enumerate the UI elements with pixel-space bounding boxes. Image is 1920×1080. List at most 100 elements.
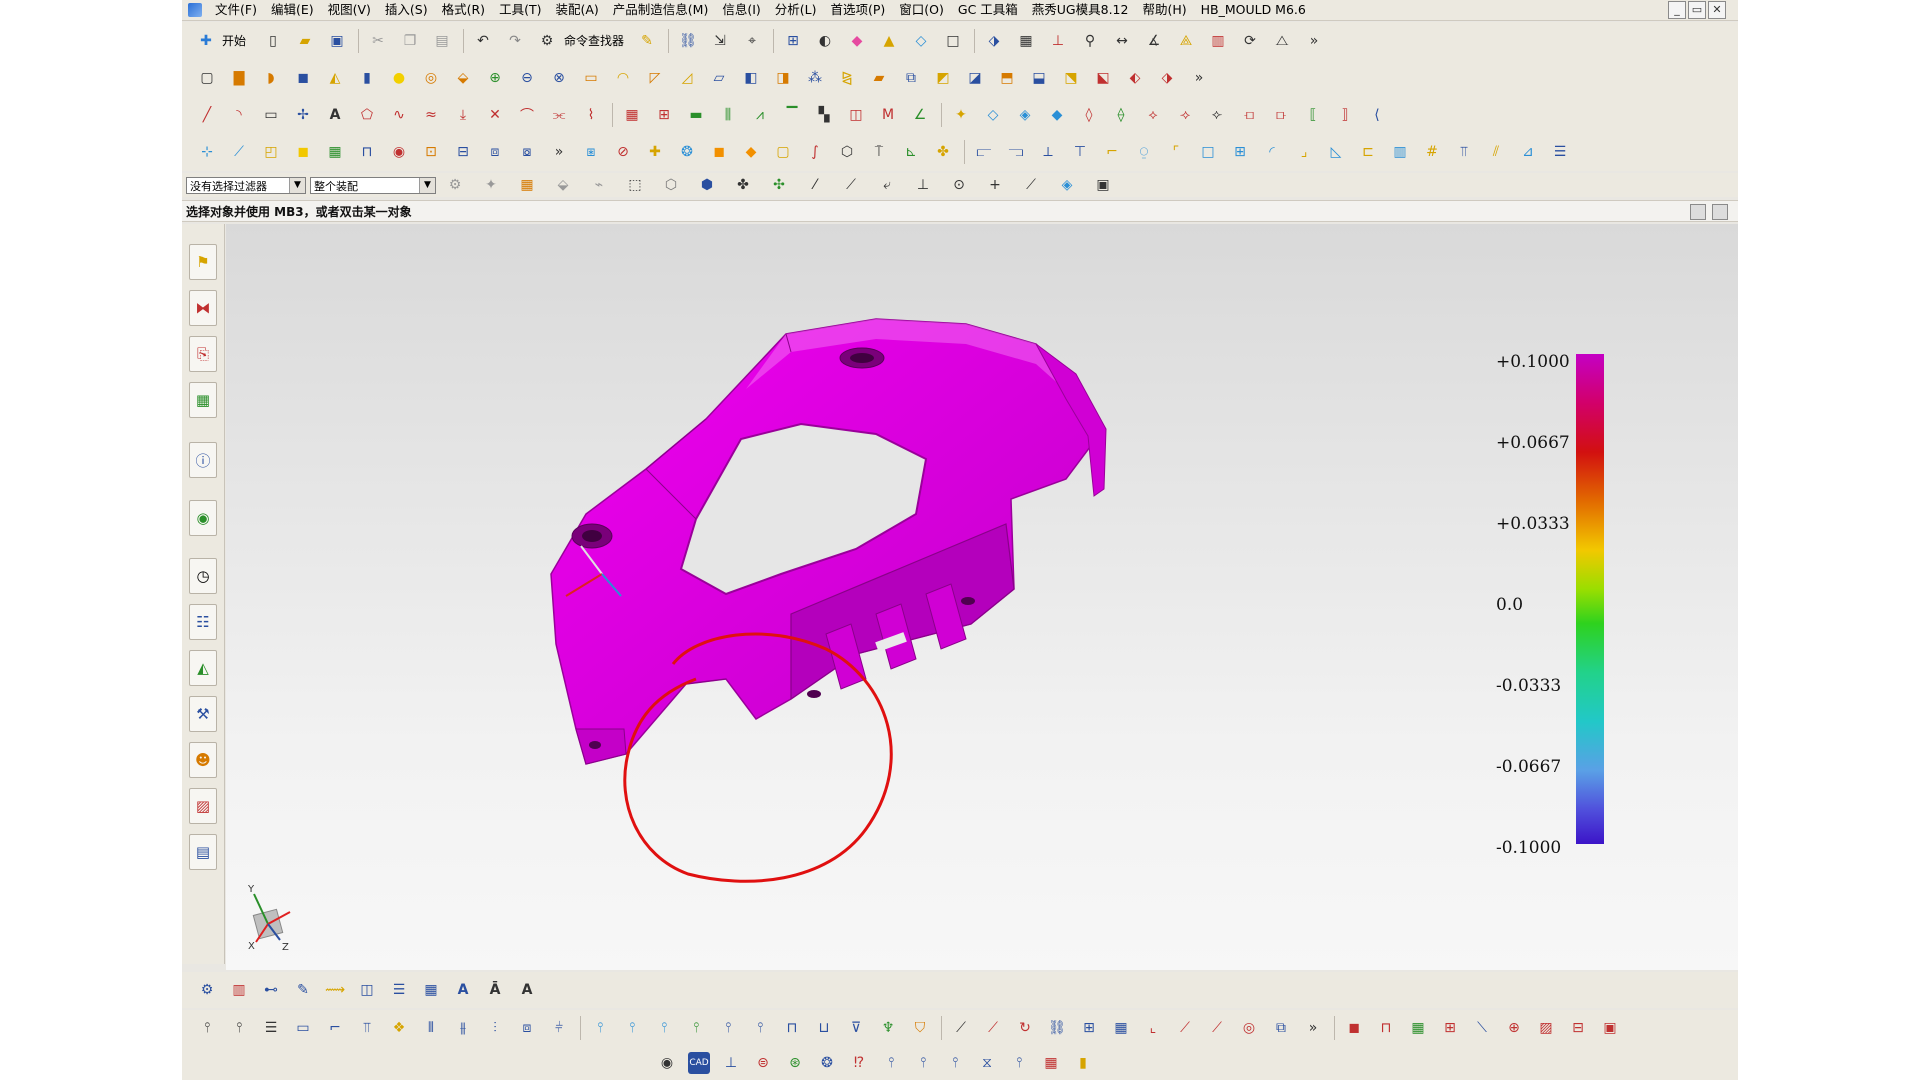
bridge-curve-icon[interactable]: ⌒: [516, 104, 538, 126]
diagonal-red-icon[interactable]: ⟋: [982, 1017, 1004, 1039]
system-scenes-icon[interactable]: ▨: [189, 788, 217, 824]
t-slot-icon[interactable]: ⊤: [1069, 141, 1091, 163]
snap-view-icon[interactable]: ⌖: [741, 30, 763, 52]
arc-icon[interactable]: ◝: [228, 104, 250, 126]
spring-icon[interactable]: ⫯: [717, 1017, 739, 1039]
mold-wizard-icon[interactable]: ⬗: [1156, 67, 1178, 89]
pin-2-icon[interactable]: ⫯: [228, 1017, 250, 1039]
join-curve-icon[interactable]: ⫘: [548, 104, 570, 126]
symbol-icon[interactable]: Ā: [484, 979, 506, 1001]
ejector-2-icon[interactable]: ⫪: [356, 1017, 378, 1039]
snap-quadrant-icon[interactable]: ⊥: [912, 174, 934, 196]
pin-7-icon[interactable]: ⫯: [944, 1052, 966, 1074]
diagonal-3-icon[interactable]: ⟋: [1206, 1017, 1228, 1039]
patch-icon[interactable]: ◩: [932, 67, 954, 89]
chart-icon[interactable]: ▦: [1040, 1052, 1062, 1074]
spline-icon[interactable]: ∿: [388, 104, 410, 126]
swept-icon[interactable]: ▬: [685, 104, 707, 126]
mold-tools-icon[interactable]: ⬕: [1092, 67, 1114, 89]
command-finder-label[interactable]: 命令查找器: [564, 32, 624, 49]
thicken-icon[interactable]: ▰: [868, 67, 890, 89]
hole-table-icon[interactable]: ⊏: [1357, 141, 1379, 163]
color-grid-icon[interactable]: ▦: [1407, 1017, 1429, 1039]
no-entry-icon[interactable]: ⊘: [612, 141, 634, 163]
help-mark-icon[interactable]: ⁉: [848, 1052, 870, 1074]
show-hide-icon[interactable]: ◇: [910, 30, 932, 52]
point-icon[interactable]: ✢: [292, 104, 314, 126]
more-tools-icon[interactable]: »: [1303, 30, 1325, 52]
electrode-icon[interactable]: ⧆: [580, 141, 602, 163]
menu-view[interactable]: 视图(V): [321, 0, 378, 20]
striped-plate-icon[interactable]: ▥: [1389, 141, 1411, 163]
polygon-icon[interactable]: ⬠: [356, 104, 378, 126]
support-icon[interactable]: ⫎: [1005, 141, 1027, 163]
orbit-icon[interactable]: ◉: [656, 1052, 678, 1074]
bushing-icon[interactable]: ⊓: [781, 1017, 803, 1039]
datum-csys-icon[interactable]: ⊹: [196, 141, 218, 163]
groove-icon[interactable]: ⟠: [1110, 104, 1132, 126]
sketch-icon[interactable]: ▢: [196, 67, 218, 89]
rectangle-icon[interactable]: ▭: [260, 104, 282, 126]
pin-6-icon[interactable]: ⫯: [912, 1052, 934, 1074]
return-pin-icon[interactable]: ⫵: [452, 1017, 474, 1039]
datum-plane-icon[interactable]: ⟋: [228, 141, 250, 163]
menu-help[interactable]: 帮助(H): [1135, 0, 1193, 20]
screw-icon[interactable]: ⫩: [548, 1017, 570, 1039]
insert-icon[interactable]: ⊟: [452, 141, 474, 163]
runner-icon[interactable]: ∫: [804, 141, 826, 163]
menu-file[interactable]: 文件(F): [208, 0, 264, 20]
wcs-icon[interactable]: ⊥: [1047, 30, 1069, 52]
hole-icon[interactable]: ◎: [420, 67, 442, 89]
split-view-icon[interactable]: ⊟: [1567, 1017, 1589, 1039]
fit-view-icon[interactable]: ⊞: [782, 30, 804, 52]
subtract-icon[interactable]: ⊖: [516, 67, 538, 89]
reuse-library-icon[interactable]: ▦: [189, 382, 217, 418]
measure-distance-icon[interactable]: ↔: [1111, 30, 1133, 52]
restore-button[interactable]: ▭: [1688, 1, 1706, 19]
cut-face-icon[interactable]: ⟧: [1334, 104, 1356, 126]
snap-existing-point-icon[interactable]: +: [984, 174, 1006, 196]
redo-icon[interactable]: ↷: [504, 30, 526, 52]
face-blend-icon[interactable]: ∠: [909, 104, 931, 126]
section-view-icon[interactable]: ▥: [1207, 30, 1229, 52]
window-icon[interactable]: ▭: [292, 1017, 314, 1039]
palette-icon[interactable]: ▤: [189, 834, 217, 870]
crosshair-icon[interactable]: ⊕: [1503, 1017, 1525, 1039]
scope-filter-select[interactable]: 整个装配 ▼: [310, 176, 436, 194]
stop-pin-icon[interactable]: ⫯: [749, 1017, 771, 1039]
history-icon[interactable]: ◷: [189, 558, 217, 594]
plane-icon[interactable]: ⊜: [752, 1052, 774, 1074]
sprue-icon[interactable]: ❖: [388, 1017, 410, 1039]
edit-object-display-icon[interactable]: ▲: [878, 30, 900, 52]
annotation-icon[interactable]: ✎: [292, 979, 314, 1001]
spiral-icon[interactable]: ❂: [816, 1052, 838, 1074]
menu-pmi[interactable]: 产品制造信息(M): [606, 0, 716, 20]
offset-surface-icon[interactable]: ◫: [845, 104, 867, 126]
bend-icon[interactable]: ⌐: [324, 1017, 346, 1039]
bolt-2-icon[interactable]: ⫯: [621, 1017, 643, 1039]
shaded-icon[interactable]: ⬢: [696, 174, 718, 196]
cone-icon[interactable]: ◭: [324, 67, 346, 89]
line-icon[interactable]: ╱: [196, 104, 218, 126]
bolt-3-icon[interactable]: ⫯: [653, 1017, 675, 1039]
layers-icon[interactable]: ☰: [1549, 141, 1571, 163]
type-filter-select[interactable]: 没有选择过滤器 ▼: [186, 176, 306, 194]
new-file-icon[interactable]: ▯: [262, 30, 284, 52]
weld-icon[interactable]: ⟿: [324, 979, 346, 1001]
extend-sheet-icon[interactable]: ▚: [813, 104, 835, 126]
boss-icon[interactable]: ⬙: [452, 67, 474, 89]
sew-icon[interactable]: ⧉: [900, 67, 922, 89]
column-icon[interactable]: ⫴: [420, 1017, 442, 1039]
delete-face-icon[interactable]: ⬓: [1028, 67, 1050, 89]
select-all-icon[interactable]: ✦: [480, 174, 502, 196]
corner-icon[interactable]: ⌜: [1165, 141, 1187, 163]
shell-icon[interactable]: ▭: [580, 67, 602, 89]
fillet-icon[interactable]: ◜: [1261, 141, 1283, 163]
mirror-feature-icon[interactable]: ⧎: [836, 67, 858, 89]
target-icon[interactable]: ◎: [1238, 1017, 1260, 1039]
more-bottom-icon[interactable]: »: [1302, 1017, 1324, 1039]
axis-icon[interactable]: ⊾: [900, 141, 922, 163]
menu-tools[interactable]: 工具(T): [492, 0, 548, 20]
workpiece-icon[interactable]: ⊡: [420, 141, 442, 163]
chevron-down-icon[interactable]: ▼: [289, 177, 305, 193]
